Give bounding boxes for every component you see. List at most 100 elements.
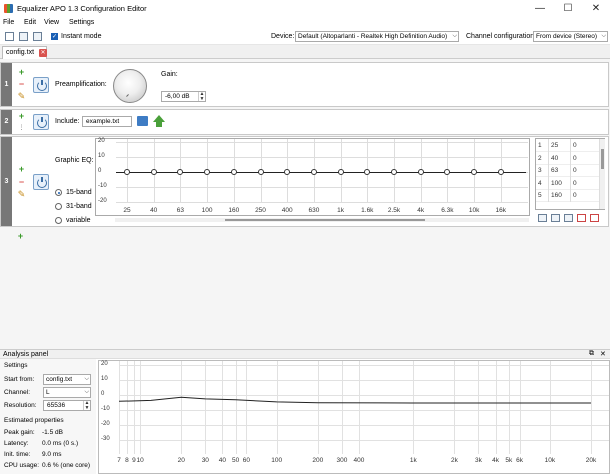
eq-x-tick-label: 1.6k [361,207,374,214]
eq-band-handle[interactable] [230,169,237,175]
gain-knob[interactable] [113,69,147,103]
table-row[interactable]: 2 40 0 [536,153,599,165]
start-from-select[interactable]: config.txt ⌵ [43,374,91,385]
edit-icon[interactable]: ✎ [17,190,26,199]
channel-select[interactable]: L ⌵ [43,387,91,398]
eq-band-handle[interactable] [471,169,478,175]
menu-file[interactable]: File [3,19,14,26]
eq-band-handle[interactable] [364,169,371,175]
add-filter-icon[interactable]: + [17,112,26,121]
reset-icon[interactable] [564,214,573,222]
load-icon[interactable] [538,214,547,222]
eq-band-handle[interactable] [497,169,504,175]
peak-gain-label: Peak gain: [4,429,35,436]
frequency-response-chart[interactable]: 20 10 0 -10 -20 -30 7 8 9 10 20 30 40 50 60 100 200 300 40… [98,360,610,474]
eq-band-handle[interactable] [337,169,344,175]
table-cell-gain[interactable]: 0 [573,155,577,162]
radio-15-band[interactable] [55,189,62,196]
table-cell-frequency[interactable]: 25 [551,142,558,149]
power-toggle-icon[interactable] [33,77,49,93]
radio-variable[interactable] [55,217,62,224]
table-cell-frequency[interactable]: 160 [551,192,562,199]
analysis-x-tick-label: 1k [409,457,417,464]
table-row[interactable]: 1 25 0 [536,140,599,152]
eq-band-handle[interactable] [417,169,424,175]
menu-view[interactable]: View [44,19,59,26]
eq-band-handle[interactable] [310,169,317,175]
minimize-button[interactable]: — [526,0,554,17]
eq-band-handle[interactable] [284,169,291,175]
chevron-down-icon: ⌵ [84,389,89,395]
eq-x-tick-label: 6.3k [441,207,454,214]
add-filter-icon[interactable]: + [17,68,26,77]
band-table[interactable]: 1 25 0 2 40 0 3 63 0 4 100 0 5 160 0 [535,138,605,210]
save-as-icon[interactable] [33,32,42,41]
radio-31-band[interactable] [55,203,62,210]
table-cell-frequency[interactable]: 63 [551,167,558,174]
eq-scroll-thumb[interactable] [225,219,425,221]
analysis-x-tick-label: 10k [544,457,556,464]
table-column-divider [570,139,571,202]
channel-config-select[interactable]: From device (Stereo) ⌵ [533,31,608,42]
eq-band-handle[interactable] [124,169,130,175]
close-icon[interactable]: ✕ [600,350,606,358]
resolution-spinbox[interactable]: 65536 ▲ ▼ [43,400,91,411]
graphic-eq-chart[interactable]: 20 10 0 -10 -20 25 40 63 100 160 250 400 630 1k 1.6k 2.… [95,138,530,216]
table-cell-gain[interactable]: 0 [573,180,577,187]
eq-band-handle[interactable] [204,169,211,175]
device-select[interactable]: Default (Altoparlanti - Realtek High Def… [295,31,459,42]
radio-31-band-label: 31-band [66,203,92,210]
up-arrow-icon[interactable] [153,115,165,122]
table-scroll-thumb[interactable] [601,149,604,169]
eq-band-handle[interactable] [444,169,451,175]
analysis-x-tick-label: 30 [201,457,209,464]
table-scrollbar[interactable] [599,139,605,209]
eq-horizontal-scrollbar[interactable] [115,218,529,222]
eq-band-handle[interactable] [177,169,184,175]
normalize-icon[interactable] [590,214,599,222]
power-toggle-icon[interactable] [33,174,49,190]
table-cell-frequency[interactable]: 100 [551,180,562,187]
eq-band-handle[interactable] [150,169,157,175]
table-row[interactable]: 3 63 0 [536,165,599,177]
undock-icon[interactable]: ⧉ [589,350,594,358]
remove-filter-icon[interactable]: − [17,80,26,89]
eq-band-handle[interactable] [257,169,264,175]
table-cell-frequency[interactable]: 40 [551,155,558,162]
open-folder-icon[interactable] [137,116,148,126]
close-icon[interactable]: ✕ [39,49,47,57]
save-icon[interactable] [19,32,28,41]
remove-filter-icon[interactable]: − [17,178,26,187]
edit-icon[interactable]: ✎ [17,92,26,101]
save-icon[interactable] [551,214,560,222]
app-icon [4,4,13,13]
maximize-button[interactable]: ☐ [554,0,582,17]
menu-settings[interactable]: Settings [69,19,94,26]
power-toggle-icon[interactable] [33,114,49,130]
analysis-x-tick-label: 200 [312,457,324,464]
table-cell-gain[interactable]: 0 [573,192,577,199]
add-filter-icon[interactable]: + [16,232,25,241]
gain-spinbox[interactable]: -6,00 dB ▲ ▼ [161,91,206,102]
drag-handle-icon[interactable]: ⋮ [17,124,26,132]
table-cell-gain[interactable]: 0 [573,142,577,149]
spin-arrows-icon[interactable]: ▲ ▼ [83,401,90,410]
invert-icon[interactable] [577,214,586,222]
eq-gridline-h [116,157,528,158]
menu-edit[interactable]: Edit [24,19,36,26]
analysis-x-tick-label: 50 [231,457,240,464]
close-button[interactable]: ✕ [582,0,610,17]
eq-band-handle[interactable] [391,169,397,175]
analysis-x-tick-label: 2k [450,457,458,464]
spin-arrows-icon[interactable]: ▲ ▼ [198,92,205,101]
device-label: Device: [271,33,295,40]
table-row[interactable]: 5 160 0 [536,190,599,202]
add-filter-icon[interactable]: + [17,165,26,174]
table-cell-gain[interactable]: 0 [573,167,577,174]
instant-mode-checkbox[interactable]: ✓ [51,33,58,40]
include-file-input[interactable]: example.txt [82,116,132,127]
analysis-x-tick-label: 300 [336,457,348,464]
tab-config-file[interactable]: config.txt ✕ [2,46,47,59]
new-file-icon[interactable] [5,32,14,41]
table-row[interactable]: 4 100 0 [536,178,599,190]
